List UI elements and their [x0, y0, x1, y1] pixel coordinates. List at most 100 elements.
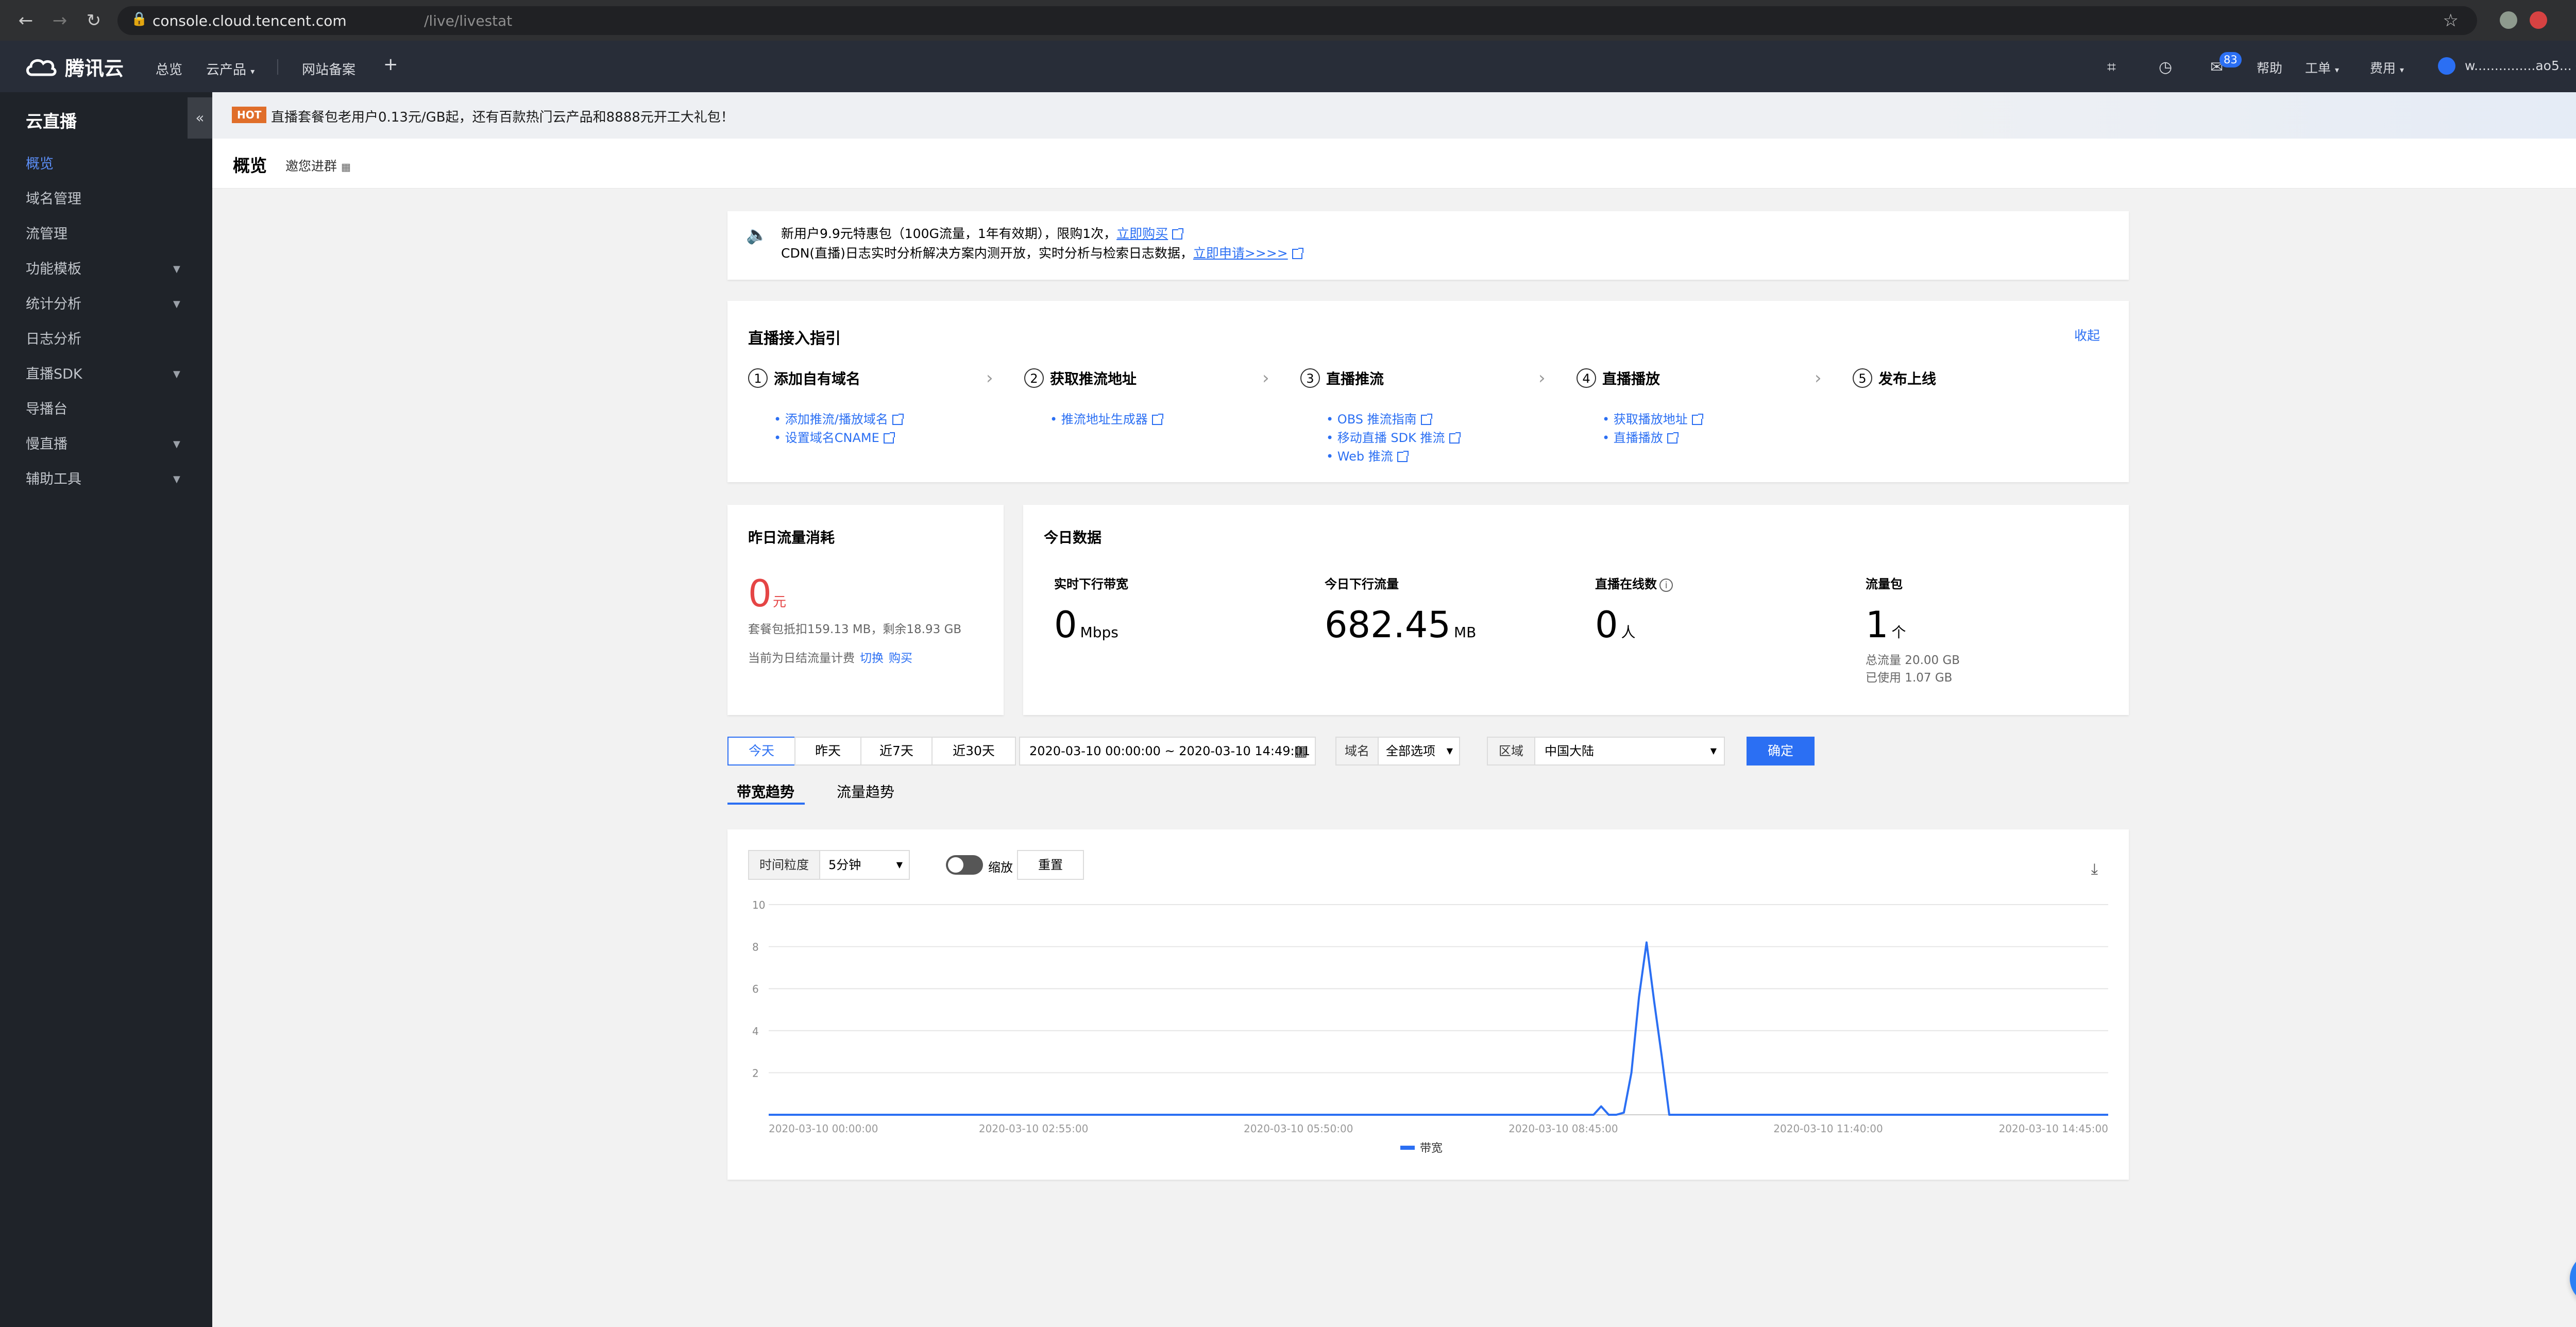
- date-range-picker[interactable]: 2020-03-10 00:00:00 ~ 2020-03-10 14:49:0…: [1019, 737, 1316, 765]
- guide-link[interactable]: 设置域名CNAME: [774, 428, 895, 446]
- guide-link-text: OBS 推流指南: [1337, 412, 1417, 427]
- step-number: 4: [1577, 368, 1596, 388]
- user-menu[interactable]: w...............ao5... ▾: [2465, 58, 2576, 73]
- logo[interactable]: 腾讯云: [25, 52, 124, 81]
- chevron-down-icon: ▾: [250, 66, 255, 76]
- qrcode-icon: ▦: [341, 161, 351, 173]
- guide-step: 4 直播播放 ›: [1577, 368, 1822, 388]
- clock-icon[interactable]: ◷: [2159, 58, 2172, 76]
- external-link-icon: [1667, 432, 1679, 444]
- sidebar-item[interactable]: 辅助工具 ▼: [0, 462, 212, 497]
- step-number: 5: [1853, 368, 1872, 388]
- yesterday-cost-unit: 元: [773, 594, 787, 610]
- domain-select[interactable]: 全部选项 ▼: [1378, 737, 1460, 765]
- guide-link[interactable]: Web 推流: [1326, 446, 1409, 464]
- y-tick-label: 2: [752, 1067, 759, 1079]
- guide-link[interactable]: OBS 推流指南: [1326, 409, 1432, 427]
- date-range-text: 2020-03-10 00:00:00 ~ 2020-03-10 14:49:0…: [1029, 744, 1311, 758]
- quick-range-button[interactable]: 昨天: [794, 737, 861, 765]
- domain-value: 全部选项: [1386, 744, 1435, 758]
- external-link-icon: [1691, 414, 1703, 425]
- metric-subtext: 总流量 20.00 GB: [1866, 654, 1960, 667]
- guide-link-text: 直播播放: [1613, 431, 1663, 445]
- step-title: 直播推流: [1326, 370, 1384, 387]
- metric-number: 682.45: [1325, 604, 1451, 646]
- guide-step: 2 获取推流地址 ›: [1024, 368, 1269, 388]
- browser-toolbar: ← → ↻ 🔒 console.cloud.tencent.com /live/…: [0, 0, 2576, 41]
- invite-group-link[interactable]: 邀您进群 ▦: [285, 156, 351, 175]
- sidebar-item[interactable]: 统计分析 ▼: [0, 287, 212, 322]
- chat-button[interactable]: 💬: [2570, 1253, 2576, 1304]
- step-number: 3: [1300, 368, 1320, 388]
- extension-icon[interactable]: [2530, 11, 2547, 29]
- metric: 今日下行流量 682.45 MB: [1325, 574, 1476, 646]
- sidebar-item[interactable]: 流管理: [0, 217, 212, 252]
- user-avatar-icon[interactable]: [2438, 57, 2455, 75]
- quick-range-button[interactable]: 近30天: [931, 737, 1016, 765]
- external-link-icon: [1172, 228, 1184, 240]
- crop-icon[interactable]: ⌗: [2107, 58, 2116, 76]
- yesterday-cost-value: 0: [748, 572, 772, 615]
- billing-menu[interactable]: 费用 ▾: [2370, 58, 2404, 77]
- region-value: 中国大陆: [1545, 744, 1594, 758]
- guide-link-text: 推流地址生成器: [1061, 412, 1148, 427]
- back-icon[interactable]: ←: [12, 7, 39, 34]
- sidebar-item[interactable]: 概览: [0, 147, 212, 182]
- y-tick-label: 6: [752, 983, 759, 995]
- metric-number: 0: [1054, 604, 1077, 646]
- x-tick-label: 2020-03-10 02:55:00: [979, 1122, 1088, 1135]
- address-bar[interactable]: 🔒 console.cloud.tencent.com /live/livest…: [117, 6, 2477, 35]
- sidebar-item[interactable]: 日志分析: [0, 322, 212, 357]
- nav-divider: [277, 59, 278, 75]
- guide-link[interactable]: 移动直播 SDK 推流: [1326, 428, 1461, 446]
- guide-collapse-link[interactable]: 收起: [2074, 326, 2100, 344]
- ticket-menu[interactable]: 工单 ▾: [2305, 58, 2339, 77]
- metric-value: 1个: [1866, 604, 1906, 646]
- quick-range-button[interactable]: 今天: [727, 737, 795, 765]
- sidebar-item[interactable]: 慢直播 ▼: [0, 427, 212, 462]
- apply-now-link[interactable]: 立即申请>>>>: [1193, 246, 1288, 261]
- metric-number: 1: [1866, 604, 1889, 646]
- nav-products[interactable]: 云产品 ▾: [206, 59, 255, 78]
- promo-message[interactable]: 直播套餐包老用户0.13元/GB起，还有百款热门云产品和8888元开工大礼包！: [271, 107, 734, 126]
- sidebar-collapse-button[interactable]: «: [188, 97, 212, 139]
- sidebar-item[interactable]: 导播台: [0, 392, 212, 427]
- quick-range-button[interactable]: 近7天: [860, 737, 933, 765]
- guide-link-text: 获取播放地址: [1613, 412, 1688, 427]
- nav-add-icon[interactable]: +: [383, 54, 398, 75]
- buy-link[interactable]: 购买: [889, 652, 912, 665]
- reload-icon[interactable]: ↻: [80, 7, 107, 34]
- external-link-icon: [883, 432, 895, 444]
- tab-bandwidth-trend[interactable]: 带宽趋势: [737, 781, 794, 802]
- sidebar-item[interactable]: 功能模板 ▼: [0, 252, 212, 287]
- page-title: 概览: [233, 156, 267, 176]
- guide-link[interactable]: 添加推流/播放域名: [774, 409, 904, 427]
- speaker-icon: 🔈: [746, 225, 768, 245]
- buy-now-link[interactable]: 立即购买: [1116, 226, 1168, 241]
- guide-link[interactable]: 获取播放地址: [1602, 409, 1703, 427]
- info-icon[interactable]: i: [1659, 579, 1673, 592]
- forward-icon[interactable]: →: [46, 7, 73, 34]
- guide-link[interactable]: 直播播放: [1602, 428, 1679, 446]
- metric-value: 0 Mbps: [1054, 604, 1118, 646]
- nav-overview[interactable]: 总览: [156, 59, 182, 78]
- sidebar-item[interactable]: 域名管理: [0, 182, 212, 217]
- card-title: 昨日流量消耗: [748, 529, 835, 546]
- sidebar-item[interactable]: 直播SDK ▼: [0, 357, 212, 392]
- chevron-down-icon: ▼: [173, 264, 180, 275]
- external-link-icon: [1151, 414, 1163, 425]
- chevron-right-icon: ›: [1262, 368, 1269, 388]
- metric-unit: 个: [1891, 624, 1906, 641]
- extension-icon[interactable]: [2500, 11, 2517, 29]
- chevron-down-icon: ▼: [173, 474, 180, 485]
- switch-billing-link[interactable]: 切换: [860, 652, 884, 665]
- promo-banner: HOT 直播套餐包老用户0.13元/GB起，还有百款热门云产品和8888元开工大…: [212, 92, 2576, 139]
- region-select[interactable]: 中国大陆 ▼: [1534, 737, 1725, 765]
- tab-traffic-trend[interactable]: 流量趋势: [837, 781, 894, 802]
- confirm-button[interactable]: 确定: [1747, 737, 1815, 765]
- nav-icp[interactable]: 网站备案: [302, 59, 355, 78]
- bookmark-star-icon[interactable]: ☆: [2443, 10, 2459, 31]
- step-number: 1: [748, 368, 768, 388]
- help-link[interactable]: 帮助: [2257, 58, 2282, 77]
- guide-link[interactable]: 推流地址生成器: [1050, 409, 1163, 427]
